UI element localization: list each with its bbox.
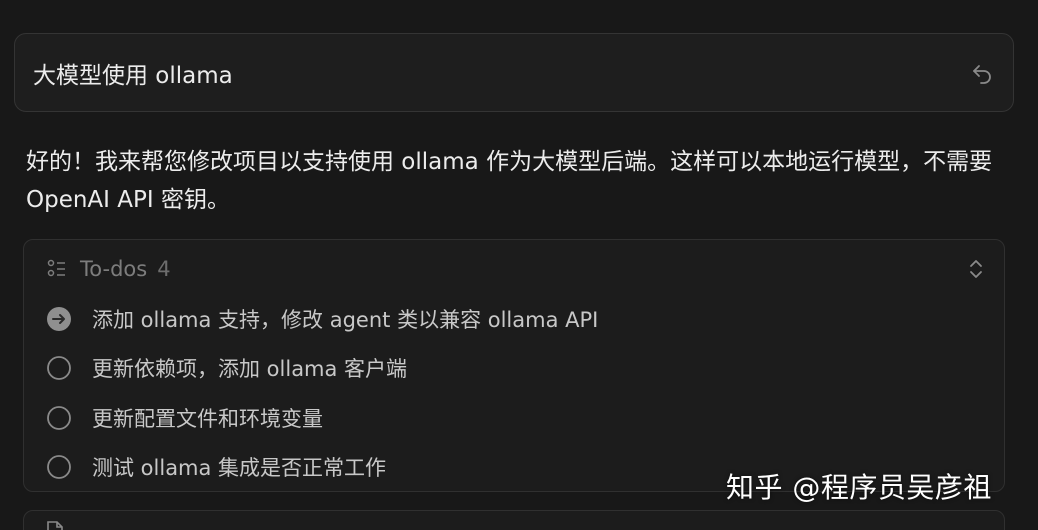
empty-circle-icon bbox=[46, 355, 72, 381]
user-query-text: 大模型使用 ollama bbox=[33, 62, 233, 89]
todo-item-label: 更新依赖项，添加 ollama 客户端 bbox=[92, 357, 408, 382]
todo-item-label: 测试 ollama 集成是否正常工作 bbox=[92, 456, 387, 481]
in-progress-arrow-icon bbox=[46, 306, 72, 332]
todo-item[interactable]: 更新配置文件和环境变量 bbox=[46, 393, 986, 443]
todo-list: 添加 ollama 支持，修改 agent 类以兼容 ollama API 更新… bbox=[46, 294, 986, 492]
undo-icon[interactable] bbox=[969, 60, 995, 86]
chat-panel: 大模型使用 ollama 好的！我来帮您修改项目以支持使用 ollama 作为大… bbox=[0, 0, 1038, 530]
todo-card: To-dos 4 添加 ollama 支持，修改 agent 类以兼容 olla… bbox=[23, 239, 1005, 492]
empty-circle-icon bbox=[46, 454, 72, 480]
checklist-icon bbox=[46, 258, 68, 280]
todo-header[interactable]: To-dos 4 bbox=[46, 254, 986, 284]
file-card[interactable] bbox=[23, 510, 1005, 530]
assistant-response: 好的！我来帮您修改项目以支持使用 ollama 作为大模型后端。这样可以本地运行… bbox=[26, 149, 993, 213]
todo-item-label: 更新配置文件和环境变量 bbox=[92, 406, 323, 431]
todo-item-label: 添加 ollama 支持，修改 agent 类以兼容 ollama API bbox=[92, 307, 599, 332]
todo-item[interactable]: 添加 ollama 支持，修改 agent 类以兼容 ollama API bbox=[46, 294, 986, 344]
empty-circle-icon bbox=[46, 405, 72, 431]
todo-count: 4 bbox=[157, 257, 171, 281]
user-query-box[interactable]: 大模型使用 ollama bbox=[14, 33, 1014, 112]
watermark: 知乎 @程序员吴彦祖 bbox=[726, 471, 992, 504]
todo-title: To-dos bbox=[80, 257, 148, 281]
todo-item[interactable]: 更新依赖项，添加 ollama 客户端 bbox=[46, 344, 986, 394]
file-icon bbox=[46, 521, 64, 530]
chevron-up-down-icon[interactable] bbox=[966, 258, 986, 280]
